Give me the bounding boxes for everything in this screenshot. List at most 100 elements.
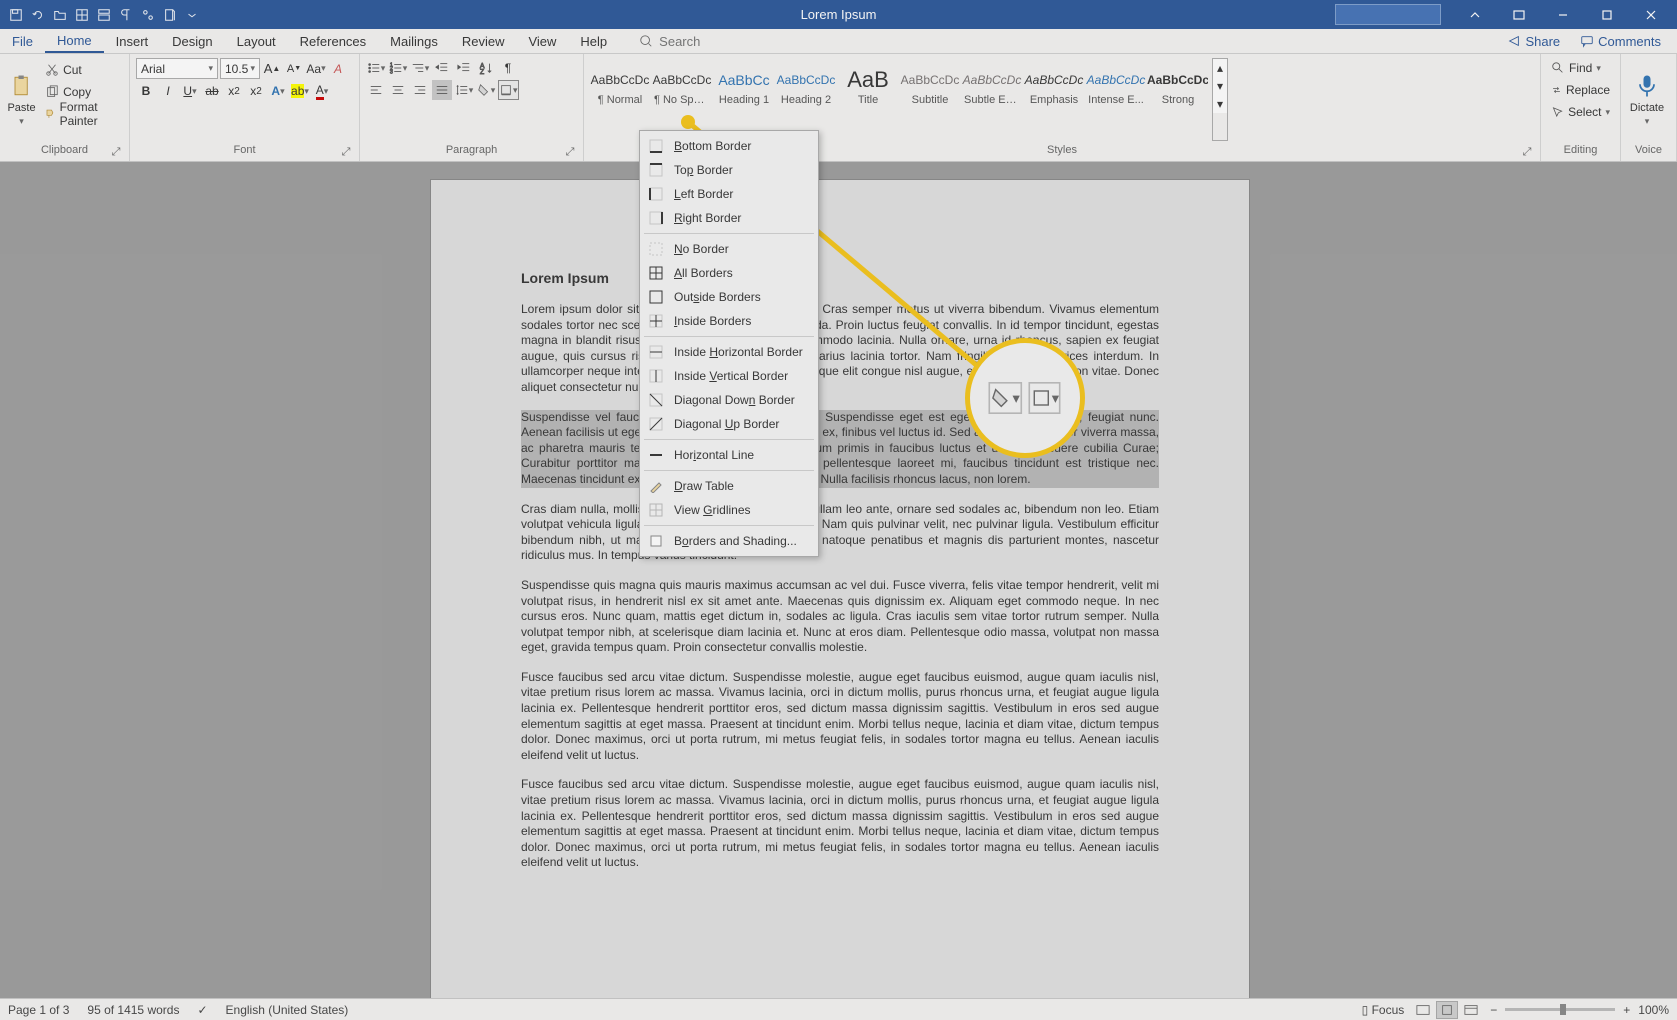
document-area[interactable]: Lorem Ipsum Lorem ipsum dolor sit amet c… (0, 162, 1677, 1002)
borders-item-bs[interactable]: Borders and Shading... (640, 529, 818, 553)
account-area[interactable] (1335, 4, 1441, 25)
clipboard-launcher[interactable]: ⤢ (109, 145, 123, 159)
styles-down-icon[interactable]: ▾ (1213, 77, 1227, 95)
print-layout-icon[interactable] (1436, 1001, 1458, 1019)
close-icon[interactable] (1631, 0, 1671, 29)
tab-view[interactable]: View (516, 29, 568, 53)
status-page[interactable]: Page 1 of 3 (8, 1003, 69, 1017)
strike-button[interactable]: ab (202, 81, 222, 101)
font-size-select[interactable]: 10.5▾ (220, 58, 260, 79)
borders-item-nb[interactable]: No Border (640, 237, 818, 261)
style-item-3[interactable]: AaBbCcDcHeading 2 (776, 58, 836, 114)
paragraph-launcher[interactable]: ⤢ (563, 145, 577, 159)
tab-references[interactable]: References (288, 29, 378, 53)
styles-up-icon[interactable]: ▴ (1213, 59, 1227, 77)
superscript-button[interactable]: x2 (246, 81, 266, 101)
underline-button[interactable]: U▾ (180, 81, 200, 101)
numbering-icon[interactable]: 123▾ (388, 58, 408, 78)
tab-mailings[interactable]: Mailings (378, 29, 450, 53)
zoom-in-icon[interactable]: + (1623, 1003, 1630, 1017)
highlight-icon[interactable]: ab▾ (290, 81, 310, 101)
borders-item-ih[interactable]: Inside Horizontal Border (640, 340, 818, 364)
copy-button[interactable]: Copy (41, 82, 123, 102)
italic-button[interactable]: I (158, 81, 178, 101)
font-color-icon[interactable]: A▾ (312, 81, 332, 101)
borders-item-ob[interactable]: Outside Borders (640, 285, 818, 309)
align-left-icon[interactable] (366, 80, 386, 100)
paragraph-icon[interactable] (116, 5, 136, 25)
read-mode-icon[interactable] (1412, 1001, 1434, 1019)
window-icon[interactable] (1499, 0, 1539, 29)
borders-button[interactable]: ▾ (498, 80, 519, 100)
borders-item-lb[interactable]: Left Border (640, 182, 818, 206)
style-item-6[interactable]: AaBbCcDcSubtle Em... (962, 58, 1022, 114)
marks-icon[interactable] (138, 5, 158, 25)
align-justify-icon[interactable] (432, 80, 452, 100)
bullets-icon[interactable]: ▾ (366, 58, 386, 78)
focus-button[interactable]: ▯ Focus (1362, 1003, 1405, 1017)
status-proof-icon[interactable]: ✓ (197, 1003, 207, 1017)
borders-item-ab[interactable]: All Borders (640, 261, 818, 285)
increase-size-icon[interactable]: A▲ (262, 59, 282, 79)
style-item-4[interactable]: AaBTitle (838, 58, 898, 114)
style-item-7[interactable]: AaBbCcDcEmphasis (1024, 58, 1084, 114)
style-item-0[interactable]: AaBbCcDc¶ Normal (590, 58, 650, 114)
status-words[interactable]: 95 of 1415 words (87, 1003, 179, 1017)
search-input[interactable] (659, 34, 779, 49)
maximize-icon[interactable] (1587, 0, 1627, 29)
tab-help[interactable]: Help (568, 29, 619, 53)
subscript-button[interactable]: x2 (224, 81, 244, 101)
borders-item-dt[interactable]: Draw Table (640, 474, 818, 498)
borders-item-vg[interactable]: View Gridlines (640, 498, 818, 522)
styles-gallery[interactable]: AaBbCcDc¶ NormalAaBbCcDc¶ No Spac...AaBb… (590, 58, 1208, 141)
undo-icon[interactable] (28, 5, 48, 25)
style-item-1[interactable]: AaBbCcDc¶ No Spac... (652, 58, 712, 114)
borders-item-dd[interactable]: Diagonal Down Border (640, 388, 818, 412)
font-launcher[interactable]: ⤢ (339, 145, 353, 159)
borders-item-hl[interactable]: Horizontal Line (640, 443, 818, 467)
tab-layout[interactable]: Layout (225, 29, 288, 53)
search-box[interactable] (639, 29, 779, 53)
zoom-slider[interactable] (1505, 1008, 1615, 1011)
styles-launcher[interactable]: ⤢ (1520, 145, 1534, 159)
borders-item-ib[interactable]: Inside Borders (640, 309, 818, 333)
borders-item-rb[interactable]: Right Border (640, 206, 818, 230)
new-doc-icon[interactable] (160, 5, 180, 25)
minimize-icon[interactable] (1543, 0, 1583, 29)
web-layout-icon[interactable] (1460, 1001, 1482, 1019)
shading-icon[interactable]: ▾ (476, 80, 496, 100)
text-effects-icon[interactable]: A▾ (268, 81, 288, 101)
replace-button[interactable]: Replace (1547, 80, 1614, 100)
style-item-2[interactable]: AaBbCcHeading 1 (714, 58, 774, 114)
borders-item-bb[interactable]: Bottom Border (640, 134, 818, 158)
style-item-8[interactable]: AaBbCcDcIntense E... (1086, 58, 1146, 114)
tab-home[interactable]: Home (45, 29, 104, 53)
cut-button[interactable]: Cut (41, 60, 123, 80)
qat-more-icon[interactable] (182, 5, 202, 25)
status-lang[interactable]: English (United States) (226, 1003, 349, 1017)
styles-more-icon[interactable]: ▾ (1213, 95, 1227, 113)
tab-file[interactable]: File (0, 29, 45, 53)
find-button[interactable]: Find▾ (1547, 58, 1614, 78)
dictate-button[interactable]: Dictate ▾ (1627, 58, 1667, 141)
format-painter-button[interactable]: Format Painter (41, 104, 123, 124)
align-center-icon[interactable] (388, 80, 408, 100)
change-case-icon[interactable]: Aa▾ (306, 59, 326, 79)
tab-review[interactable]: Review (450, 29, 517, 53)
comments-button[interactable]: Comments (1574, 34, 1667, 49)
zoom-out-icon[interactable]: − (1490, 1003, 1497, 1017)
line-spacing-icon[interactable]: ▾ (454, 80, 474, 100)
table-icon[interactable] (72, 5, 92, 25)
style-item-5[interactable]: AaBbCcDcSubtitle (900, 58, 960, 114)
ribbon-display-icon[interactable] (1455, 0, 1495, 29)
borders-item-iv[interactable]: Inside Vertical Border (640, 364, 818, 388)
share-button[interactable]: Share (1501, 34, 1566, 49)
decrease-size-icon[interactable]: A▼ (284, 59, 304, 79)
folder-icon[interactable] (50, 5, 70, 25)
layout-icon[interactable] (94, 5, 114, 25)
zoom-level[interactable]: 100% (1638, 1003, 1669, 1017)
tab-design[interactable]: Design (160, 29, 224, 53)
multilevel-icon[interactable]: ▾ (410, 58, 430, 78)
select-button[interactable]: Select▾ (1547, 102, 1614, 122)
align-right-icon[interactable] (410, 80, 430, 100)
